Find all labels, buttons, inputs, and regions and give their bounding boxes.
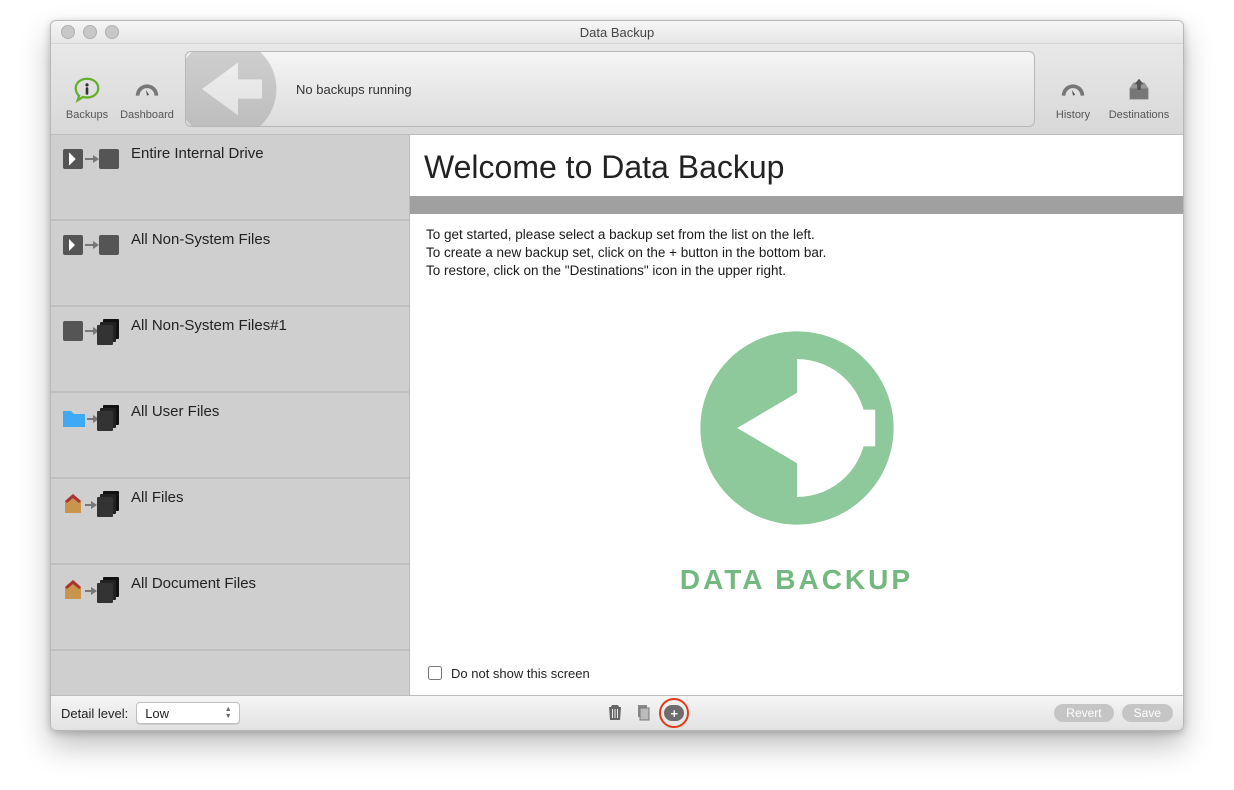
backup-set-label: All User Files bbox=[131, 403, 219, 420]
backup-set-item[interactable]: All User Files bbox=[51, 393, 409, 479]
backup-set-label: All Document Files bbox=[131, 575, 256, 592]
status-pane: No backups running bbox=[185, 51, 1035, 127]
backup-set-item[interactable]: Entire Internal Drive bbox=[51, 135, 409, 221]
backup-set-list: Entire Internal Drive All Non-System Fil… bbox=[51, 135, 409, 695]
gauge-history-icon bbox=[1057, 74, 1089, 106]
detail-level-value: Low bbox=[145, 706, 169, 721]
dashboard-toolbar-label: Dashboard bbox=[120, 109, 174, 121]
backup-set-label: Entire Internal Drive bbox=[131, 145, 264, 162]
delete-backup-button[interactable] bbox=[605, 703, 625, 723]
box-out-icon bbox=[1123, 74, 1155, 106]
app-window: Data Backup Backups Dashboard No backups… bbox=[50, 20, 1184, 731]
duplicate-backup-button[interactable] bbox=[633, 703, 653, 723]
detail-level-label: Detail level: bbox=[61, 706, 128, 721]
dont-show-checkbox[interactable] bbox=[428, 666, 442, 680]
backup-set-label: All Non-System Files#1 bbox=[131, 317, 287, 334]
history-toolbar-label: History bbox=[1056, 109, 1090, 121]
brand-text: DATA BACKUP bbox=[680, 564, 913, 596]
main-area: Entire Internal Drive All Non-System Fil… bbox=[51, 135, 1183, 695]
content-pane: Welcome to Data Backup To get started, p… bbox=[410, 135, 1183, 695]
drive-to-drive-icon bbox=[61, 229, 121, 261]
backups-toolbar-button[interactable]: Backups bbox=[57, 74, 117, 121]
add-backup-highlight: + bbox=[659, 698, 689, 728]
dont-show-row: Do not show this screen bbox=[410, 657, 1183, 695]
trash-icon bbox=[607, 703, 623, 724]
drive-to-drive-icon bbox=[61, 143, 121, 175]
backup-set-item[interactable]: All Document Files bbox=[51, 565, 409, 651]
history-toolbar-button[interactable]: History bbox=[1043, 74, 1103, 121]
backup-set-item[interactable]: All Non-System Files#1 bbox=[51, 307, 409, 393]
destinations-toolbar-button[interactable]: Destinations bbox=[1103, 74, 1175, 121]
toolbar: Backups Dashboard No backups running His… bbox=[51, 44, 1183, 135]
dont-show-label: Do not show this screen bbox=[451, 666, 590, 681]
gauge-icon bbox=[131, 74, 163, 106]
dashboard-toolbar-button[interactable]: Dashboard bbox=[117, 74, 177, 121]
speech-info-icon bbox=[71, 74, 103, 106]
add-backup-button[interactable]: + bbox=[664, 705, 684, 721]
intro-line: To get started, please select a backup s… bbox=[426, 226, 1167, 244]
backup-set-label: All Files bbox=[131, 489, 184, 506]
destinations-toolbar-label: Destinations bbox=[1109, 109, 1170, 121]
backup-sets-sidebar: Entire Internal Drive All Non-System Fil… bbox=[51, 135, 410, 695]
drive-to-stack-icon bbox=[61, 315, 121, 347]
status-logo-icon bbox=[185, 51, 286, 127]
heading-divider bbox=[410, 196, 1183, 214]
titlebar: Data Backup bbox=[51, 21, 1183, 44]
backup-set-item[interactable]: All Files bbox=[51, 479, 409, 565]
status-text: No backups running bbox=[296, 82, 412, 97]
welcome-heading: Welcome to Data Backup bbox=[424, 149, 1183, 186]
folder-to-stack-icon bbox=[61, 401, 121, 433]
detail-level-select[interactable]: Low ▲▼ bbox=[136, 702, 240, 724]
plus-icon: + bbox=[670, 707, 678, 720]
revert-button[interactable]: Revert bbox=[1054, 704, 1113, 722]
backup-set-label: All Non-System Files bbox=[131, 231, 270, 248]
toolbar-right: History Destinations bbox=[1043, 58, 1175, 121]
copy-icon bbox=[635, 703, 651, 724]
home-to-stack-icon bbox=[61, 487, 121, 519]
window-title: Data Backup bbox=[51, 25, 1183, 40]
bottom-bar: Detail level: Low ▲▼ + Revert Save bbox=[51, 695, 1183, 730]
backup-set-item[interactable]: All Non-System Files bbox=[51, 221, 409, 307]
select-stepper-icon: ▲▼ bbox=[221, 706, 235, 720]
save-button[interactable]: Save bbox=[1122, 704, 1173, 722]
arrow-circle-logo-icon bbox=[682, 313, 912, 546]
brand-logo-area: DATA BACKUP bbox=[410, 253, 1183, 657]
backups-toolbar-label: Backups bbox=[66, 109, 108, 121]
home-to-stack-icon bbox=[61, 573, 121, 605]
